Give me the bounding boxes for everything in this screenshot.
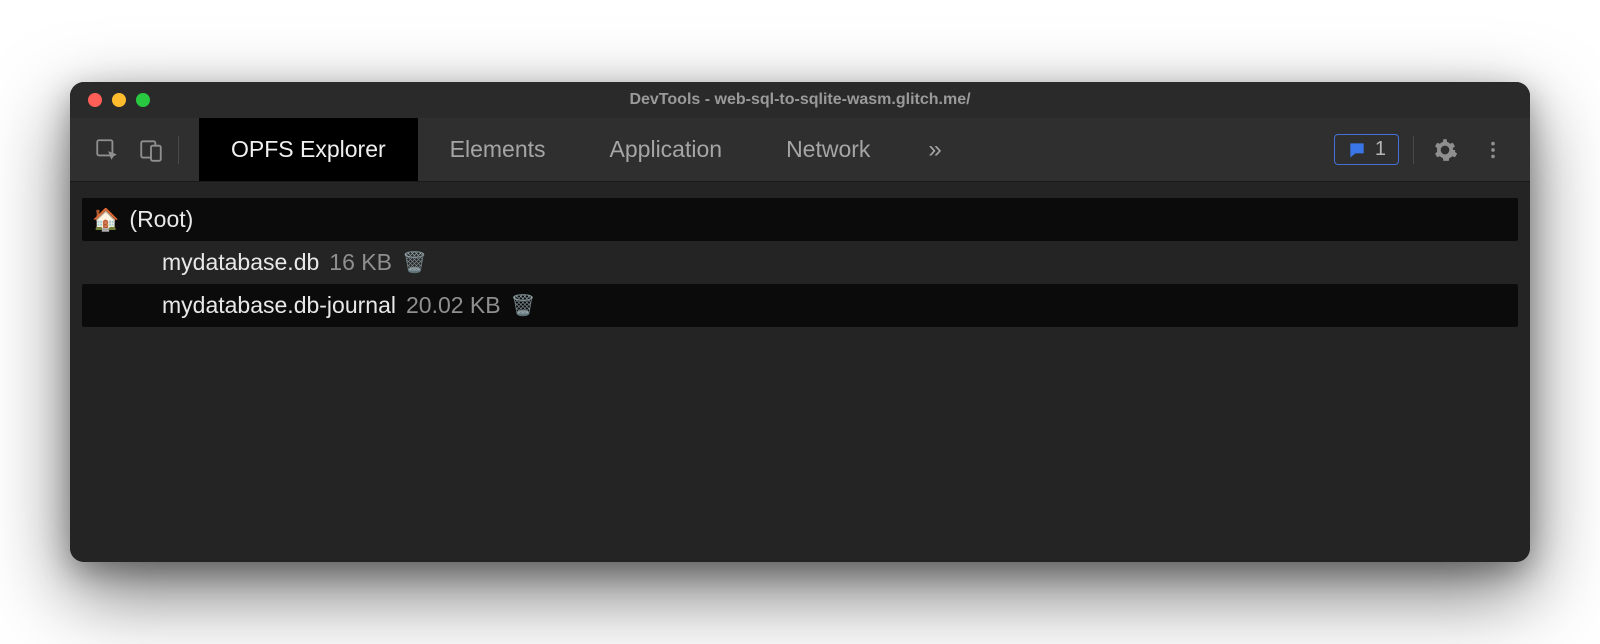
trash-icon[interactable]: 🗑️ — [511, 293, 536, 318]
file-row[interactable]: mydatabase.db-journal 20.02 KB 🗑️ — [82, 284, 1518, 327]
issues-badge[interactable]: 1 — [1334, 134, 1399, 165]
close-window-button[interactable] — [88, 93, 102, 107]
file-size: 16 KB — [329, 249, 392, 276]
panel-content: 🏠 (Root) mydatabase.db 16 KB 🗑️ mydataba… — [70, 182, 1530, 562]
toolbar-right: 1 — [1334, 118, 1530, 181]
titlebar: DevTools - web-sql-to-sqlite-wasm.glitch… — [70, 82, 1530, 118]
toolbar-left-icons — [70, 118, 199, 181]
traffic-lights — [70, 93, 150, 107]
issues-count: 1 — [1375, 138, 1386, 161]
tab-elements[interactable]: Elements — [418, 118, 578, 181]
settings-button[interactable] — [1428, 133, 1462, 167]
tab-label: Elements — [450, 136, 546, 163]
chevron-double-right-icon: » — [928, 136, 941, 164]
home-icon: 🏠 — [92, 207, 119, 233]
device-toolbar-icon[interactable] — [134, 133, 168, 167]
zoom-window-button[interactable] — [136, 93, 150, 107]
tab-application[interactable]: Application — [578, 118, 755, 181]
more-tabs-button[interactable]: » — [902, 118, 967, 181]
tree-root-label: (Root) — [129, 206, 193, 233]
toolbar-divider — [1413, 136, 1414, 164]
tab-opfs-explorer[interactable]: OPFS Explorer — [199, 118, 418, 181]
toolbar-divider — [178, 136, 179, 164]
file-row[interactable]: mydatabase.db 16 KB 🗑️ — [82, 241, 1518, 284]
inspect-element-icon[interactable] — [90, 133, 124, 167]
toolbar: OPFS Explorer Elements Application Netwo… — [70, 118, 1530, 182]
tab-strip: OPFS Explorer Elements Application Netwo… — [199, 118, 968, 181]
minimize-window-button[interactable] — [112, 93, 126, 107]
tree-root-row[interactable]: 🏠 (Root) — [82, 198, 1518, 241]
file-size: 20.02 KB — [406, 292, 501, 319]
tab-label: Network — [786, 136, 870, 163]
tab-label: OPFS Explorer — [231, 136, 386, 163]
window-title: DevTools - web-sql-to-sqlite-wasm.glitch… — [70, 91, 1530, 109]
chat-icon — [1347, 140, 1367, 160]
gear-icon — [1432, 137, 1458, 163]
trash-icon[interactable]: 🗑️ — [402, 250, 427, 275]
file-name: mydatabase.db — [162, 249, 319, 276]
file-name: mydatabase.db-journal — [162, 292, 396, 319]
tab-network[interactable]: Network — [754, 118, 902, 181]
devtools-window: DevTools - web-sql-to-sqlite-wasm.glitch… — [70, 82, 1530, 562]
tab-label: Application — [610, 136, 723, 163]
more-options-button[interactable] — [1476, 133, 1510, 167]
kebab-icon — [1482, 139, 1504, 161]
